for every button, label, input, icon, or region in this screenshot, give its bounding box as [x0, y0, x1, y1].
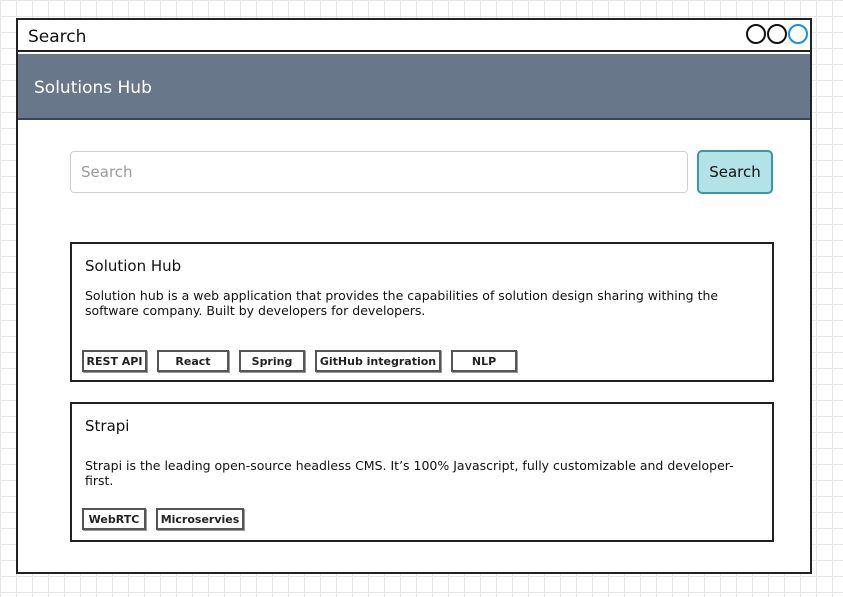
app-title: Solutions Hub [34, 78, 152, 98]
window-titlebar: Search [18, 20, 810, 52]
search-input[interactable] [70, 151, 688, 193]
tag-react[interactable]: React [157, 350, 229, 372]
tag-nlp[interactable]: NLP [451, 350, 517, 372]
result-title: Solution Hub [85, 257, 182, 275]
close-circle-icon[interactable] [788, 24, 808, 44]
result-description: Strapi is the leading open-source headle… [85, 458, 734, 488]
tag-spring[interactable]: Spring [239, 350, 305, 372]
tag-webrtc[interactable]: WebRTC [82, 508, 146, 530]
window-title: Search [28, 27, 87, 47]
result-title: Strapi [85, 417, 130, 435]
maximize-circle-icon[interactable] [767, 24, 787, 44]
result-card[interactable]: Solution Hub Solution hub is a web appli… [70, 242, 774, 382]
tag-rest-api[interactable]: REST API [82, 350, 147, 372]
tag-microservies[interactable]: Microservies [156, 508, 244, 530]
app-header-bar: Solutions Hub [18, 54, 810, 120]
window-controls [746, 24, 808, 44]
result-card[interactable]: Strapi Strapi is the leading open-source… [70, 402, 774, 542]
minimize-circle-icon[interactable] [746, 24, 766, 44]
tag-list: REST API React Spring GitHub integration… [82, 350, 517, 372]
search-button[interactable]: Search [697, 150, 773, 194]
tag-github-integration[interactable]: GitHub integration [315, 350, 441, 372]
browser-window: Search Solutions Hub Search Solution Hub… [16, 18, 812, 574]
tag-list: WebRTC Microservies [82, 508, 244, 530]
result-description: Solution hub is a web application that p… [85, 288, 719, 318]
